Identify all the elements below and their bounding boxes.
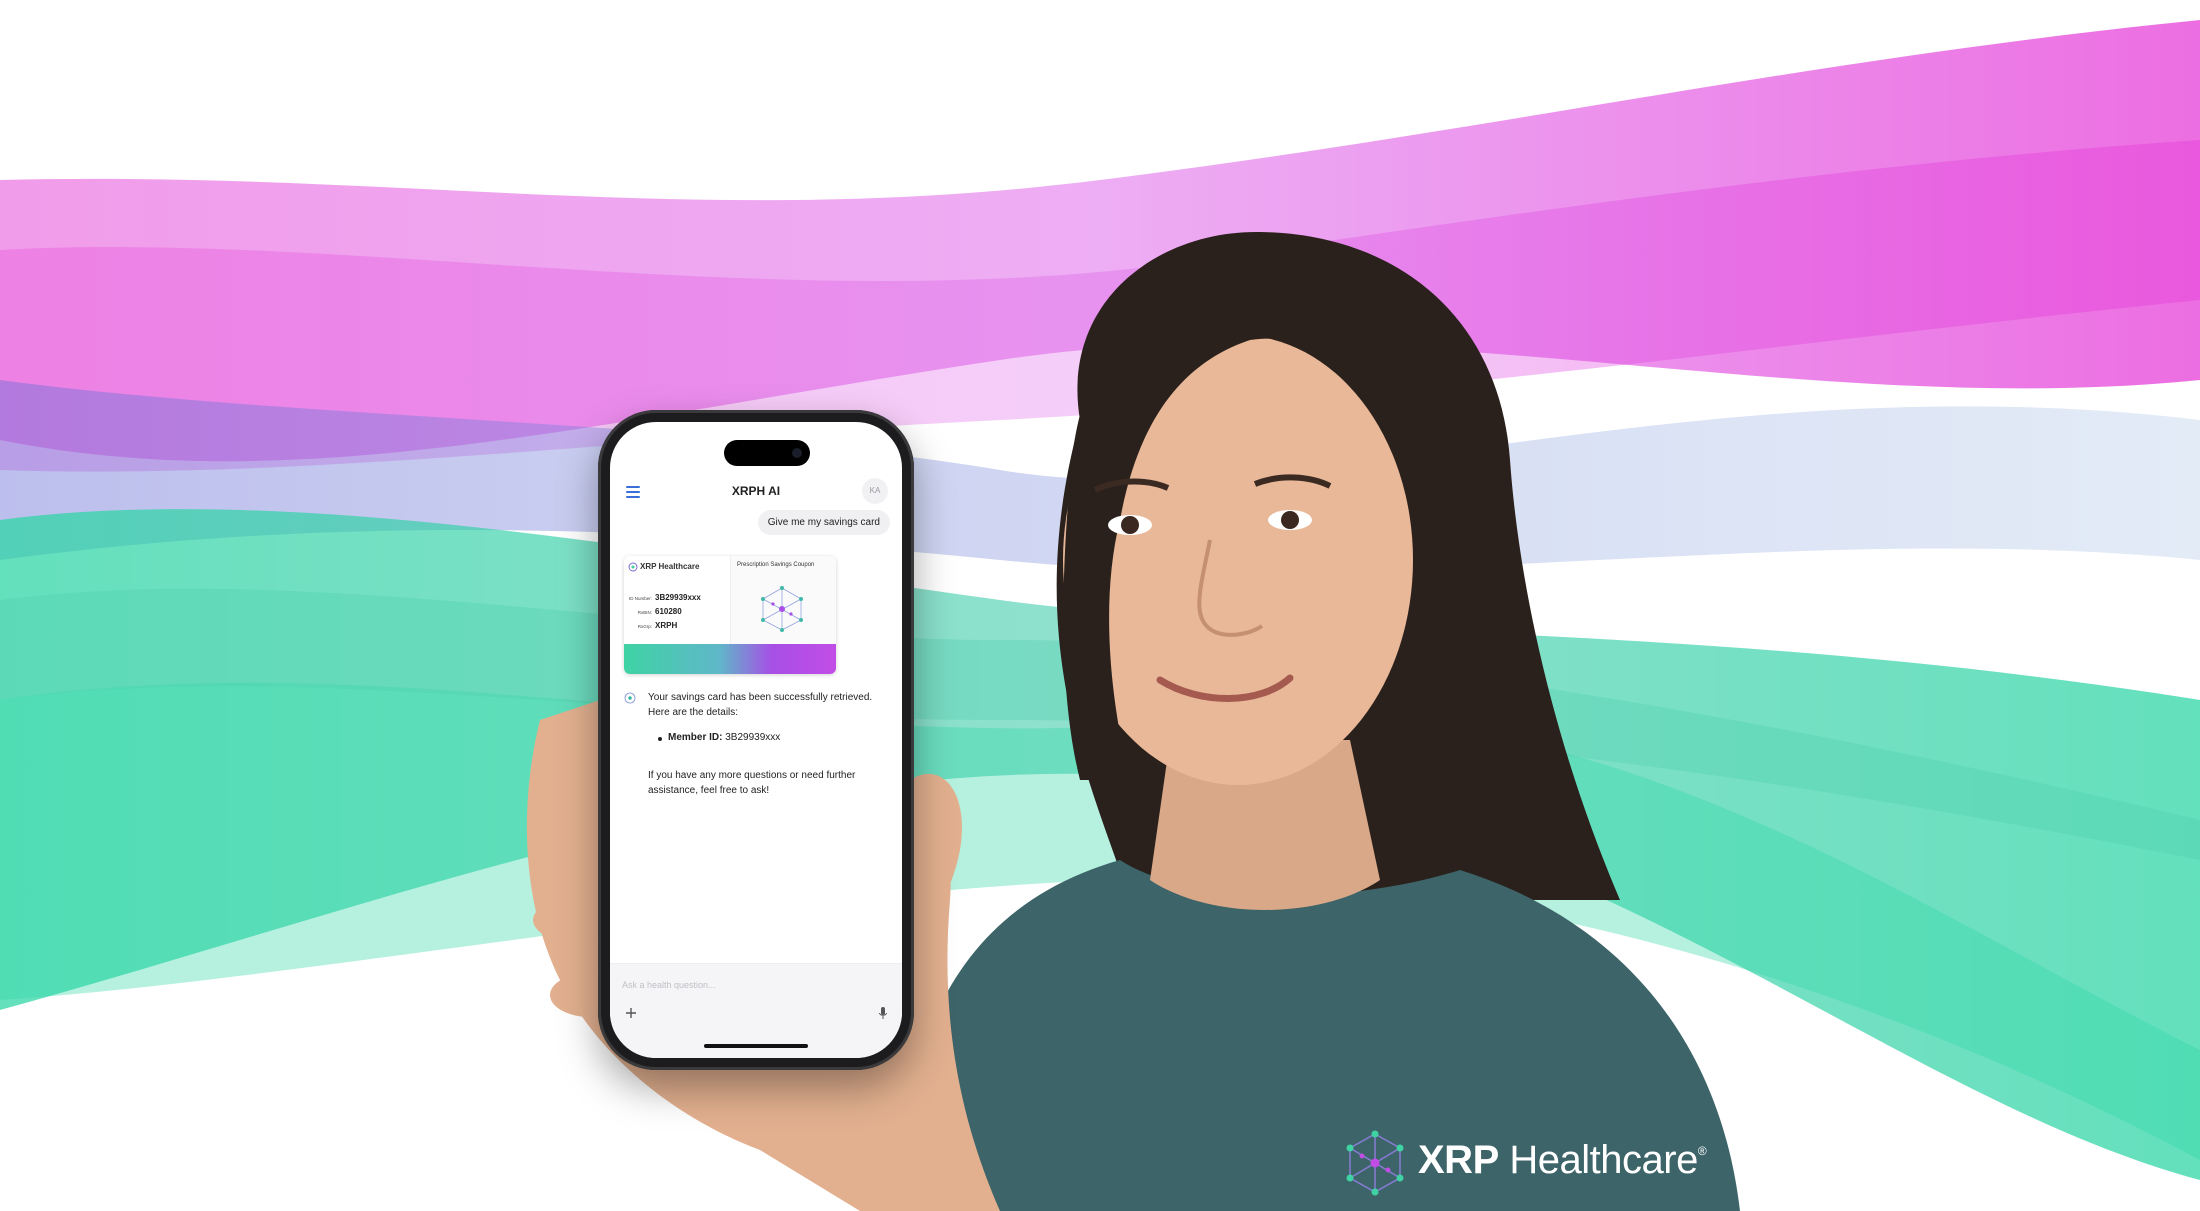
xrp-healthcare-logo <box>1346 1130 1404 1196</box>
card-id-value: 3B29939xxx <box>655 593 701 602</box>
card-bin-label: RxBIN: <box>637 610 652 615</box>
thumb <box>910 773 962 920</box>
brand-wordmark: XRP Healthcare® <box>1418 1138 1707 1183</box>
camera-dot <box>792 448 802 458</box>
savings-card-image[interactable]: XRP Healthcare ID Number: 3B29939xxx RxB… <box>624 556 836 674</box>
card-gradient-strip <box>624 644 836 674</box>
user-message-bubble: Give me my savings card <box>757 510 890 535</box>
home-indicator <box>704 1044 808 1048</box>
assistant-icon <box>624 692 636 704</box>
card-coupon-title: Prescription Savings Coupon <box>737 562 815 568</box>
detail-list-item: Member ID: 3B29939xxx <box>658 732 781 743</box>
phone-device: XRPH AI KA Give me my savings card XRP H… <box>598 410 914 1070</box>
detail-label: Member ID: <box>668 732 723 743</box>
card-id-label: ID Number: <box>628 596 652 601</box>
card-bin-value: 610280 <box>655 607 682 616</box>
trademark-symbol: ® <box>1697 1144 1707 1158</box>
card-brand: XRP Healthcare <box>640 562 700 571</box>
person-illustration <box>526 231 1740 1211</box>
composer <box>610 963 902 1058</box>
dynamic-island <box>724 440 810 466</box>
chat-input[interactable] <box>620 974 892 996</box>
bullet <box>658 737 662 741</box>
brand-name-light: Healthcare <box>1509 1138 1698 1182</box>
phone-screen: XRPH AI KA Give me my savings card XRP H… <box>610 422 902 1058</box>
card-group-value: XRPH <box>655 621 678 630</box>
card-right-panel: Prescription Savings Coupon <box>730 556 836 644</box>
assistant-message: Your savings card has been successfully … <box>648 692 873 718</box>
app-header: XRPH AI KA <box>610 472 902 512</box>
plus-icon[interactable] <box>624 1006 638 1020</box>
card-group-label: RxGrp: <box>637 624 652 629</box>
assistant-followup: If you have any more questions or need f… <box>648 770 856 796</box>
detail-value: 3B29939xxx <box>725 732 781 743</box>
app-title: XRPH AI <box>731 484 781 498</box>
card-left-panel: XRP Healthcare ID Number: 3B29939xxx RxB… <box>624 556 728 644</box>
brand-name-bold: XRP <box>1418 1138 1499 1182</box>
card-logo-icon <box>628 562 638 572</box>
microphone-icon[interactable] <box>878 1006 888 1020</box>
left-iris <box>1121 516 1139 534</box>
card-network-graphic <box>761 586 803 632</box>
right-iris <box>1281 511 1299 529</box>
avatar[interactable]: KA <box>862 478 888 504</box>
